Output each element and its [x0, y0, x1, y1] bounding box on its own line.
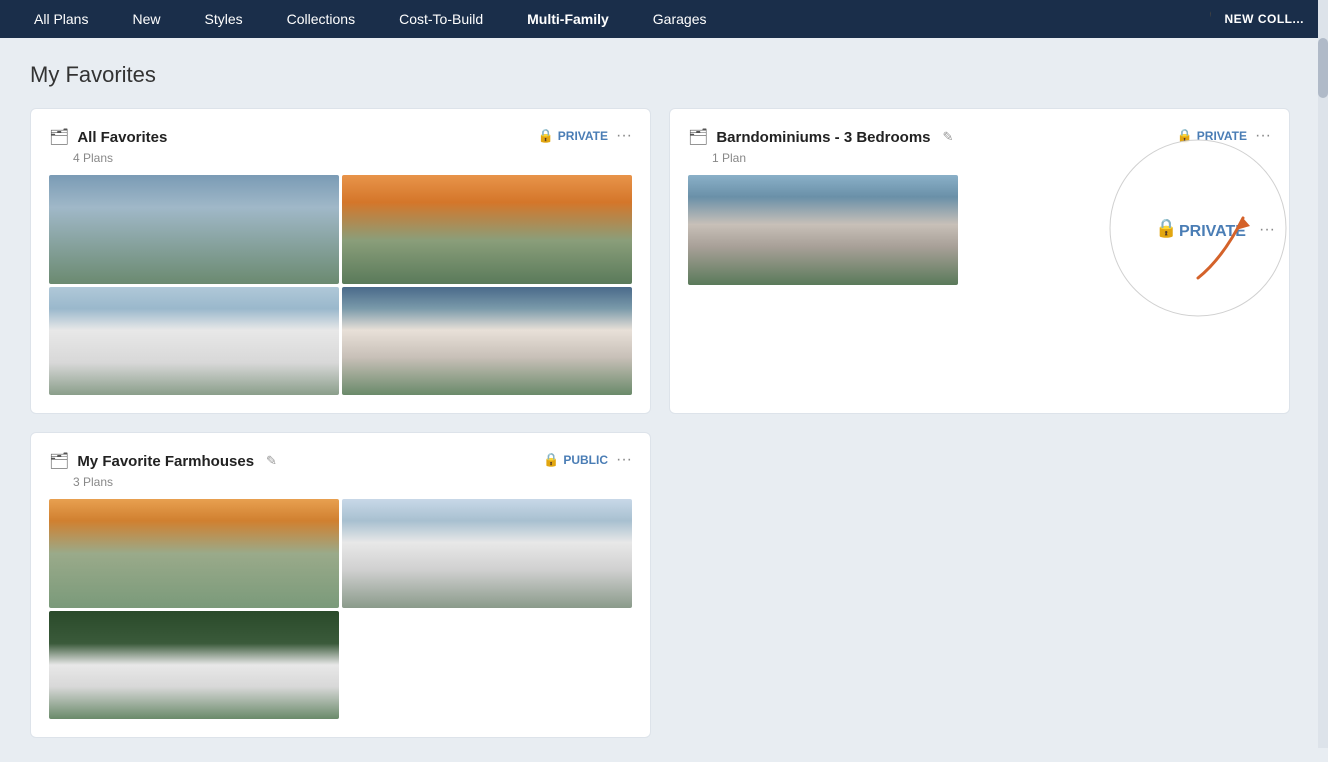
visibility-badge-barndominiums: PRIVATE [1197, 129, 1247, 143]
nav-collections[interactable]: Collections [265, 0, 377, 38]
image-grid-all-favorites [49, 175, 632, 395]
lock-icon-barndominiums: 🔒 [1177, 128, 1193, 144]
nav-garages[interactable]: Garages [631, 0, 729, 38]
nav-cost-to-build[interactable]: Cost-To-Build [377, 0, 505, 38]
nav-items: All Plans New Styles Collections Cost-To… [12, 0, 1209, 38]
card-header-farmhouses: 🗂 My Favorite Farmhouses ✎ 🔒 PUBLIC ··· [49, 451, 632, 471]
card-header: 🗂 All Favorites 🔒 PRIVATE ··· [49, 127, 632, 147]
collection-card-farmhouses: 🗂 My Favorite Farmhouses ✎ 🔒 PUBLIC ··· … [30, 432, 651, 738]
house-image-farmhouse-1 [49, 499, 339, 608]
lock-icon-farmhouses: 🔒 [543, 452, 559, 468]
card-title-all-favorites: All Favorites [77, 129, 167, 146]
new-collection-button-partial[interactable]: NEW COLL... [1211, 0, 1319, 38]
main-nav: All Plans New Styles Collections Cost-To… [0, 0, 1328, 38]
house-image-farmhouse-2 [342, 499, 632, 608]
lock-icon-all-favorites: 🔒 [538, 128, 554, 144]
more-menu-all-favorites[interactable]: ··· [616, 127, 632, 145]
more-menu-farmhouses[interactable]: ··· [616, 451, 632, 469]
page-title: My Favorites [30, 62, 1298, 88]
more-menu-barndominiums[interactable]: ··· [1255, 127, 1271, 145]
main-content: My Favorites 🗂 All Favorites 🔒 PRIVATE ·… [0, 38, 1328, 762]
house-image-1 [49, 175, 339, 284]
nav-new[interactable]: New [110, 0, 182, 38]
house-image-3 [49, 287, 339, 396]
house-image-4 [342, 287, 632, 396]
scrollbar[interactable] [1318, 0, 1328, 748]
nav-all-plans[interactable]: All Plans [12, 0, 110, 38]
plan-count-farmhouses: 3 Plans [73, 475, 632, 489]
house-image-2 [342, 175, 632, 284]
plan-count-barndominiums: 1 Plan [712, 151, 1271, 165]
edit-icon-barndominiums[interactable]: ✎ [943, 129, 954, 145]
card-title-barndominiums: Barndominiums - 3 Bedrooms [716, 129, 930, 146]
collection-card-all-favorites: 🗂 All Favorites 🔒 PRIVATE ··· 4 Plans [30, 108, 651, 414]
plan-count-all-favorites: 4 Plans [73, 151, 632, 165]
house-image-farmhouse-3 [49, 611, 339, 720]
image-grid-barndominiums [688, 175, 958, 285]
card-header-barndominiums: 🗂 Barndominiums - 3 Bedrooms ✎ 🔒 PRIVATE… [688, 127, 1271, 147]
nav-multi-family[interactable]: Multi-Family [505, 0, 631, 38]
visibility-badge-all-favorites: PRIVATE [558, 129, 608, 143]
card-title-farmhouses: My Favorite Farmhouses [77, 453, 254, 470]
collection-card-barndominiums: 🗂 Barndominiums - 3 Bedrooms ✎ 🔒 PRIVATE… [669, 108, 1290, 414]
house-image-barndominiums [688, 175, 958, 285]
scrollbar-thumb[interactable] [1318, 38, 1328, 98]
folder-icon: 🗂 [49, 127, 69, 147]
folder-icon-barndominiums: 🗂 [688, 127, 708, 147]
nav-styles[interactable]: Styles [182, 0, 264, 38]
edit-icon-farmhouses[interactable]: ✎ [266, 453, 277, 469]
visibility-badge-farmhouses: PUBLIC [563, 453, 608, 467]
folder-icon-farmhouses: 🗂 [49, 451, 69, 471]
collections-grid: 🗂 All Favorites 🔒 PRIVATE ··· 4 Plans [30, 108, 1290, 738]
image-grid-farmhouses [49, 499, 632, 719]
